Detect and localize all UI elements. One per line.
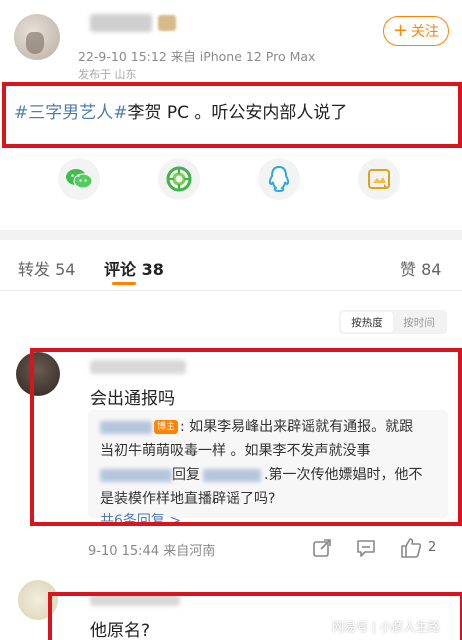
sort-toggle: 按热度 按时间	[339, 310, 447, 334]
like-count: 2	[428, 540, 437, 555]
share-icon[interactable]	[312, 538, 332, 558]
like-icon[interactable]	[400, 538, 422, 558]
hashtag-link[interactable]: #三字男艺人#	[14, 103, 128, 123]
post-text: #三字男艺人#李贺 PC 。听公安内部人说了	[14, 98, 347, 123]
wechat-icon	[66, 169, 93, 189]
moments-icon	[166, 166, 192, 192]
author-name-redacted[interactable]	[90, 14, 152, 32]
tab-reposts[interactable]: 转发 54	[18, 256, 75, 280]
wechat-share-button[interactable]	[58, 158, 100, 200]
tab-bar: 转发 54 评论 38 赞 84	[0, 250, 462, 288]
comment-meta: 9-10 15:44 来自河南	[88, 544, 216, 559]
comment-text-2: 他原名?	[90, 621, 151, 640]
post-location: 发布于 山东	[78, 68, 137, 81]
sort-by-heat[interactable]: 按热度	[341, 312, 393, 332]
post-meta: 22-9-10 15:12 来自 iPhone 12 Pro Max	[78, 49, 316, 64]
plus-icon: +	[392, 20, 409, 41]
follow-button[interactable]: + 关注	[383, 16, 449, 46]
tab-likes[interactable]: 赞 84	[400, 256, 441, 280]
qzone-share-button[interactable]	[358, 158, 400, 200]
highlight-box-comment	[30, 348, 462, 526]
watermark: 网易号 | 小彦人生路	[332, 620, 440, 634]
vip-icon	[158, 15, 176, 31]
qq-icon	[268, 165, 290, 193]
tab-comments[interactable]: 评论 38	[104, 256, 164, 280]
author-avatar[interactable]	[14, 14, 60, 60]
sort-by-time[interactable]: 按时间	[393, 312, 445, 332]
qq-share-button[interactable]	[258, 158, 300, 200]
comment-icon[interactable]	[356, 538, 376, 558]
post-body-text: 李贺 PC 。听公安内部人说了	[127, 103, 348, 123]
moments-share-button[interactable]	[158, 158, 200, 200]
tabs-border	[0, 290, 462, 291]
post-header: 22-9-10 15:12 来自 iPhone 12 Pro Max 发布于 山…	[0, 0, 462, 81]
qzone-icon	[368, 169, 390, 189]
follow-label: 关注	[411, 24, 440, 40]
section-divider	[0, 230, 462, 240]
active-tab-indicator	[112, 282, 136, 285]
share-row	[0, 158, 462, 208]
